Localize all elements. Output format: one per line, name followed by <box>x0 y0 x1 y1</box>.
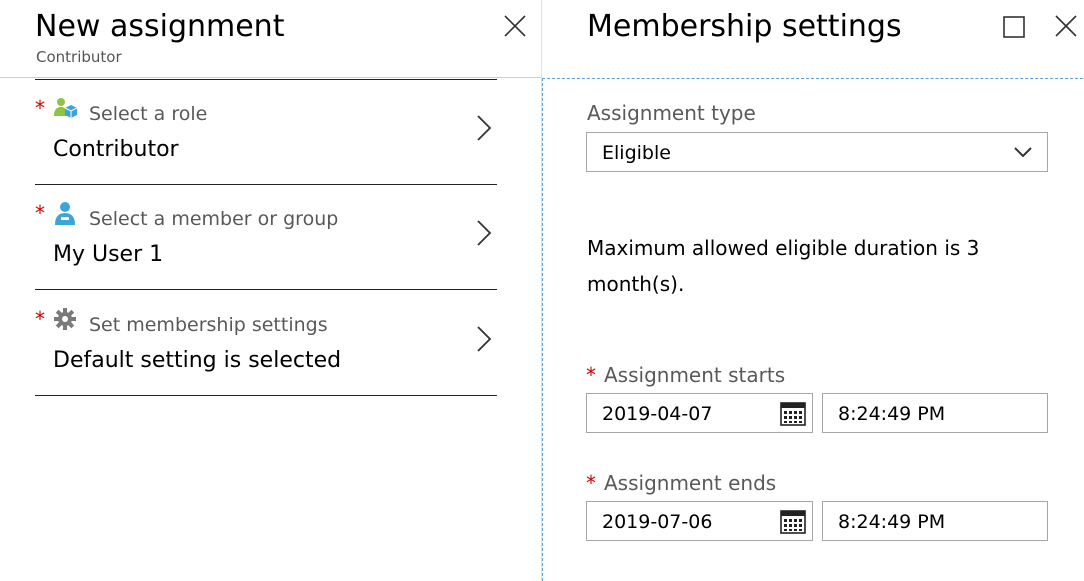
header-divider <box>0 77 541 78</box>
assignment-ends-label: * Assignment ends <box>586 471 776 495</box>
blade-subtitle: Contributor <box>36 48 122 66</box>
start-date-input[interactable]: 2019-04-07 <box>586 393 813 433</box>
chevron-right-icon[interactable] <box>476 219 492 247</box>
assignment-type-label: Assignment type <box>587 101 756 125</box>
required-marker: * <box>35 307 45 331</box>
step-value: My User 1 <box>53 242 164 267</box>
step-value: Default setting is selected <box>53 348 342 373</box>
assignment-starts-label: * Assignment starts <box>586 363 785 387</box>
required-marker: * <box>586 363 596 387</box>
required-marker: * <box>35 96 45 120</box>
step-select-member[interactable]: * Select a member or group My User 1 <box>35 185 497 290</box>
step-label: Select a role <box>89 103 208 125</box>
step-select-role[interactable]: * Select a role Contributor <box>35 80 497 185</box>
end-date-value: 2019-07-06 <box>602 511 713 533</box>
assignment-type-value: Eligible <box>602 142 671 164</box>
assignment-type-select[interactable]: Eligible <box>586 132 1048 172</box>
role-icon <box>54 98 77 118</box>
end-time-input[interactable]: 8:24:49 PM <box>822 501 1048 541</box>
duration-info: Maximum allowed eligible duration is 3 m… <box>587 236 980 296</box>
assignment-starts-text: Assignment starts <box>604 363 786 387</box>
chevron-down-icon <box>1014 147 1032 158</box>
step-label: Set membership settings <box>89 314 328 336</box>
assignment-ends-text: Assignment ends <box>604 471 777 495</box>
chevron-right-icon[interactable] <box>476 325 492 353</box>
close-icon[interactable] <box>1054 14 1078 38</box>
required-marker: * <box>35 201 45 225</box>
blade-title: New assignment <box>35 9 285 44</box>
blade-title: Membership settings <box>587 9 902 44</box>
step-label: Select a member or group <box>89 208 339 230</box>
calendar-icon[interactable] <box>780 401 806 427</box>
start-date-value: 2019-04-07 <box>602 403 713 425</box>
gear-icon <box>54 308 76 330</box>
start-time-value: 8:24:49 PM <box>838 403 946 425</box>
user-icon <box>55 202 75 225</box>
chevron-right-icon[interactable] <box>476 114 492 142</box>
close-icon[interactable] <box>503 14 527 38</box>
maximize-icon[interactable] <box>1002 15 1026 39</box>
start-time-input[interactable]: 8:24:49 PM <box>822 393 1048 433</box>
required-marker: * <box>586 471 596 495</box>
end-time-value: 8:24:49 PM <box>838 511 946 533</box>
calendar-icon[interactable] <box>780 509 806 535</box>
end-date-input[interactable]: 2019-07-06 <box>586 501 813 541</box>
new-assignment-blade: New assignment Contributor * Select a ro… <box>0 0 541 581</box>
step-membership-settings[interactable]: * Set membership settings Default settin… <box>35 291 497 396</box>
step-value: Contributor <box>53 137 179 162</box>
